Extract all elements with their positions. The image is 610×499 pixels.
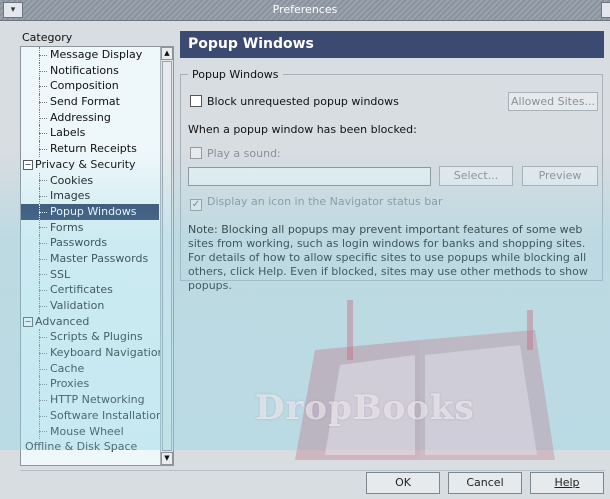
block-popups-checkbox[interactable] xyxy=(190,95,202,107)
allowed-sites-button[interactable]: Allowed Sites... xyxy=(508,92,598,111)
sidebar-item-label: HTTP Networking xyxy=(50,393,145,407)
sidebar-item-label: Advanced xyxy=(35,314,90,328)
sidebar-item[interactable]: Proxies xyxy=(21,376,159,392)
close-button[interactable] xyxy=(601,2,610,18)
display-icon-label: Display an icon in the Navigator status … xyxy=(207,195,443,208)
sidebar-item-label: Passwords xyxy=(50,236,108,250)
note-text: Note: Blocking all popups may prevent im… xyxy=(188,223,588,292)
sidebar-item[interactable]: Certificates xyxy=(21,282,159,298)
sidebar-item[interactable]: Images xyxy=(21,188,159,204)
block-popups-label: Block unrequested popup windows xyxy=(207,95,399,108)
collapse-toggle-icon[interactable]: − xyxy=(23,316,33,327)
collapse-toggle-icon[interactable]: − xyxy=(23,159,33,170)
play-sound-label: Play a sound: xyxy=(207,147,281,160)
sidebar-item-label: Notifications xyxy=(50,63,119,77)
sidebar-item-label: Send Format xyxy=(50,95,120,109)
sidebar-item-label: Addressing xyxy=(50,110,111,124)
sidebar-item[interactable]: Cache xyxy=(21,360,159,377)
sidebar-item[interactable]: Composition xyxy=(21,78,159,94)
sidebar-item[interactable]: Message Display xyxy=(21,47,159,63)
select-sound-button[interactable]: Select... xyxy=(439,166,513,186)
display-icon-checkbox[interactable]: ✓ xyxy=(190,199,202,211)
sidebar-item[interactable]: Popup Windows xyxy=(21,203,159,220)
sidebar-item-label: Message Display xyxy=(50,48,143,61)
sidebar-item-label: Popup Windows xyxy=(50,204,137,218)
sidebar-item-label: Forms xyxy=(50,220,84,234)
sidebar-item-label: Composition xyxy=(50,79,119,93)
sidebar-item[interactable]: Mouse Wheel xyxy=(21,423,159,440)
sidebar-item[interactable]: Send Format xyxy=(21,94,159,110)
window-title: Preferences xyxy=(272,3,338,16)
sidebar-item-label: Mouse Wheel xyxy=(50,424,124,438)
help-button-label: Help xyxy=(554,476,580,489)
sidebar-item[interactable]: HTTP Networking xyxy=(21,392,159,408)
sidebar-item-label: Scripts & Plugins xyxy=(50,330,143,344)
sidebar-item[interactable]: Notifications xyxy=(21,62,159,79)
sidebar-item-label: Validation xyxy=(50,299,105,312)
sidebar-item-label: Labels xyxy=(50,126,86,140)
footer-separator xyxy=(20,470,605,471)
sidebar-item-label: Cache xyxy=(50,361,85,375)
title-bar: ▾ Preferences xyxy=(0,0,610,21)
sidebar-item-label: Proxies xyxy=(50,377,90,391)
watermark-text: DropBooks xyxy=(255,388,475,428)
sidebar-item[interactable]: SSL xyxy=(21,266,159,283)
preview-sound-button[interactable]: Preview xyxy=(522,166,598,186)
cancel-button[interactable]: Cancel xyxy=(448,472,522,494)
groupbox-legend: Popup Windows xyxy=(188,68,283,81)
sidebar-item[interactable]: Master Passwords xyxy=(21,250,159,267)
sidebar-item-label: Certificates xyxy=(50,283,113,297)
sidebar-item[interactable]: Return Receipts xyxy=(21,141,159,157)
play-sound-checkbox[interactable] xyxy=(190,147,202,159)
panel-header: Popup Windows xyxy=(180,31,604,58)
category-tree[interactable]: Message Display Notifications Composition S… xyxy=(20,46,174,466)
sidebar-item[interactable]: Validation xyxy=(21,298,159,314)
sidebar-item-label: Return Receipts xyxy=(50,142,137,156)
sidebar-item-label: Keyboard Navigation xyxy=(50,346,165,360)
sound-file-input[interactable] xyxy=(188,167,431,186)
when-blocked-label: When a popup window has been blocked: xyxy=(188,123,417,136)
sidebar-item[interactable]: Scripts & Plugins xyxy=(21,329,159,345)
block-popups-checkbox-row[interactable]: Block unrequested popup windows xyxy=(190,95,399,108)
sidebar-item[interactable]: Passwords xyxy=(21,235,159,251)
sidebar-item[interactable]: Addressing xyxy=(21,109,159,126)
sidebar-item-label: Software Installation xyxy=(50,408,163,422)
category-label: Category xyxy=(22,31,73,44)
sidebar-item-label: Images xyxy=(50,189,91,203)
help-button[interactable]: Help xyxy=(530,472,604,494)
ok-button[interactable]: OK xyxy=(366,472,440,494)
sidebar-item[interactable]: Software Installation xyxy=(21,407,163,424)
sidebar-item-label: Privacy & Security xyxy=(35,157,136,171)
sidebar-item[interactable]: Cookies xyxy=(21,172,159,189)
sidebar-item-label: Cookies xyxy=(50,173,94,187)
sidebar-item-label: Offline & Disk Space xyxy=(25,440,138,454)
sidebar-item[interactable]: Offline & Disk Space xyxy=(21,439,159,455)
scroll-thumb[interactable] xyxy=(162,61,172,451)
sidebar-item-label: SSL xyxy=(50,267,71,281)
tree-scrollbar[interactable]: ▲ ▼ xyxy=(160,47,173,465)
sidebar-item-label: Master Passwords xyxy=(50,251,149,265)
display-icon-row[interactable]: ✓ Display an icon in the Navigator status… xyxy=(190,195,443,211)
sidebar-item[interactable]: Forms xyxy=(21,219,159,236)
sidebar-item[interactable]: Labels xyxy=(21,125,159,141)
play-sound-row[interactable]: Play a sound: xyxy=(190,147,281,160)
sidebar-item[interactable]: − Advanced xyxy=(21,314,159,330)
scroll-down-button[interactable]: ▼ xyxy=(161,452,173,465)
category-tree-items: Message Display Notifications Composition S… xyxy=(21,47,165,455)
sidebar-item[interactable]: − Privacy & Security xyxy=(21,157,159,173)
sidebar-item[interactable]: Keyboard Navigation xyxy=(21,345,165,361)
scroll-up-button[interactable]: ▲ xyxy=(161,47,173,60)
watermark-book-icon xyxy=(295,300,555,460)
